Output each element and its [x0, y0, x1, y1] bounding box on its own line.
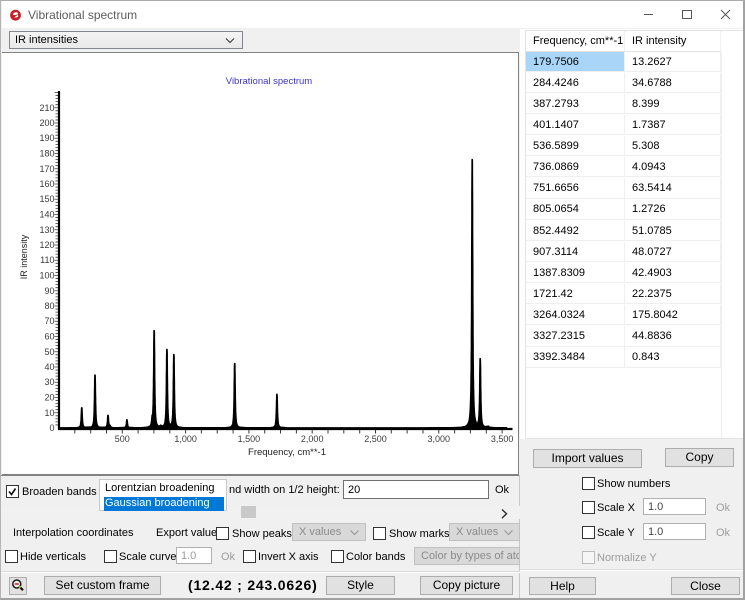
svg-text:90: 90 — [44, 286, 54, 296]
svg-text:50: 50 — [44, 347, 54, 357]
svg-text:2,000: 2,000 — [301, 434, 324, 444]
svg-text:30: 30 — [44, 377, 54, 387]
svg-text:3,500: 3,500 — [491, 434, 514, 444]
svg-text:170: 170 — [39, 164, 54, 174]
svg-text:3,000: 3,000 — [428, 434, 451, 444]
svg-text:1,500: 1,500 — [238, 434, 261, 444]
svg-text:140: 140 — [39, 210, 54, 220]
svg-text:110: 110 — [40, 255, 54, 265]
svg-text:Vibrational spectrum: Vibrational spectrum — [226, 76, 313, 87]
svg-text:210: 210 — [39, 103, 54, 113]
svg-text:160: 160 — [39, 179, 54, 189]
svg-text:190: 190 — [39, 133, 54, 143]
svg-text:80: 80 — [44, 301, 54, 311]
svg-text:120: 120 — [39, 240, 54, 250]
svg-text:500: 500 — [115, 434, 130, 444]
svg-text:180: 180 — [39, 149, 54, 159]
svg-text:10: 10 — [44, 408, 54, 418]
svg-text:0: 0 — [49, 423, 54, 433]
svg-text:60: 60 — [44, 332, 54, 342]
svg-text:1,000: 1,000 — [174, 434, 197, 444]
svg-text:IR intensity: IR intensity — [19, 234, 29, 279]
svg-text:40: 40 — [44, 362, 54, 372]
svg-text:70: 70 — [44, 316, 54, 326]
svg-text:Frequency, cm**-1: Frequency, cm**-1 — [248, 447, 326, 458]
svg-text:20: 20 — [44, 393, 54, 403]
svg-text:130: 130 — [39, 225, 54, 235]
svg-text:150: 150 — [39, 194, 54, 204]
svg-text:200: 200 — [39, 118, 54, 128]
svg-text:2,500: 2,500 — [364, 434, 387, 444]
svg-text:100: 100 — [39, 271, 54, 281]
